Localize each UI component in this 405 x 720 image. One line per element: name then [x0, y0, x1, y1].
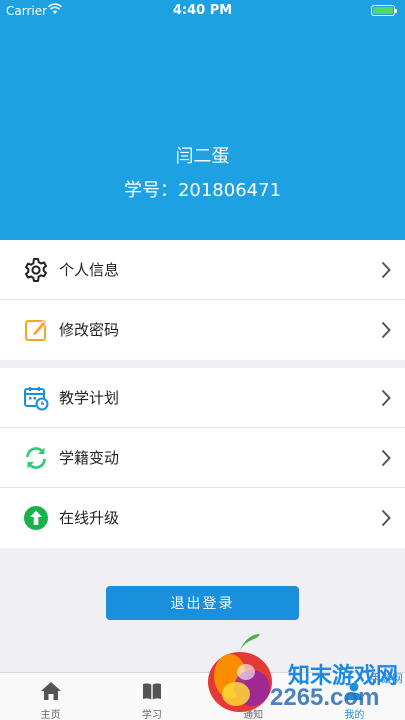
book-icon — [142, 683, 161, 700]
menu-group-study: 教学计划 学籍变动 在线升级 — [0, 368, 405, 548]
menu-item-teaching-plan[interactable]: 教学计划 — [0, 368, 405, 428]
tab-label: 学习 — [141, 710, 162, 720]
gear-icon — [25, 258, 47, 282]
tab-study[interactable]: 学习 — [101, 673, 202, 720]
battery-icon — [371, 5, 397, 16]
user-name: 闫二蛋 — [175, 146, 230, 167]
upload-icon — [24, 506, 48, 530]
tab-label: 我的 — [344, 710, 365, 720]
menu-item-personal-info[interactable]: 个人信息 — [0, 240, 405, 300]
tab-label: 主页 — [40, 710, 61, 720]
edit-icon — [25, 320, 47, 341]
menu-label: 学籍变动 — [59, 449, 120, 467]
tab-mine[interactable]: 我的 — [304, 673, 405, 720]
refresh-icon — [26, 447, 46, 469]
menu-label: 在线升级 — [59, 509, 120, 527]
menu-label: 教学计划 — [59, 389, 120, 407]
menu-item-online-upgrade[interactable]: 在线升级 — [0, 488, 405, 548]
chevron-right-icon — [381, 509, 391, 527]
chevron-right-icon — [381, 449, 391, 467]
tab-notice[interactable]: 通知 — [203, 673, 304, 720]
profile-header: Carrier 4:40 PM 闫二蛋 学号：201806471 — [0, 0, 405, 240]
menu-item-enrollment-change[interactable]: 学籍变动 — [0, 428, 405, 488]
logout-button[interactable]: 退出登录 — [106, 586, 299, 620]
status-time: 4:40 PM — [172, 3, 233, 18]
calendar-icon — [24, 387, 49, 411]
chevron-right-icon — [381, 261, 391, 279]
home-icon — [40, 682, 61, 700]
chevron-right-icon — [381, 389, 391, 407]
menu-item-change-password[interactable]: 修改密码 — [0, 300, 405, 360]
person-icon — [345, 682, 363, 700]
menu-label: 个人信息 — [59, 261, 120, 279]
bell-icon — [245, 682, 262, 701]
menu-group-account: 个人信息 修改密码 — [0, 240, 405, 360]
tab-bar: 主页 学习 通知 我的 — [0, 672, 405, 720]
status-bar: Carrier 4:40 PM — [0, 0, 405, 22]
student-id: 学号：201806471 — [123, 180, 282, 201]
menu-label: 修改密码 — [59, 321, 120, 339]
tab-home[interactable]: 主页 — [0, 673, 101, 720]
tab-label: 通知 — [243, 710, 264, 720]
chevron-right-icon — [381, 321, 391, 339]
